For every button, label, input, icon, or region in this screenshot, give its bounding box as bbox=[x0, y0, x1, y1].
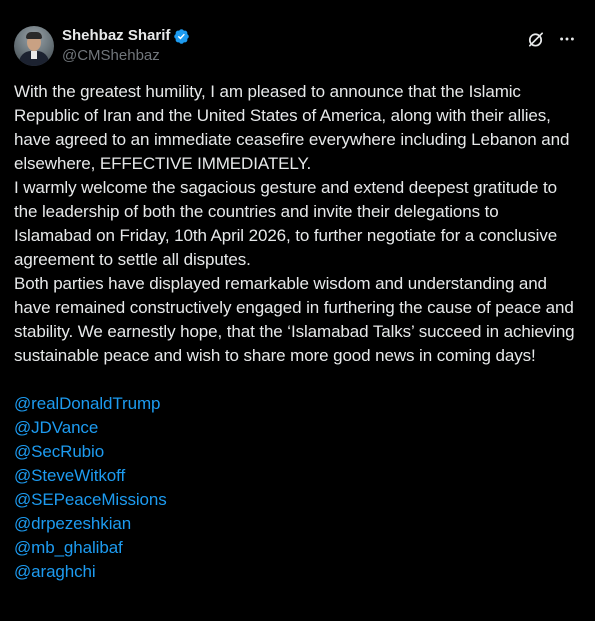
mention-link[interactable]: @realDonaldTrump bbox=[14, 392, 577, 416]
mention-link[interactable]: @SEPeaceMissions bbox=[14, 488, 577, 512]
tweet-header: Shehbaz Sharif @CMShehbaz bbox=[14, 26, 577, 70]
tweet-paragraph: With the greatest humility, I am pleased… bbox=[14, 82, 570, 173]
mention-link[interactable]: @SteveWitkoff bbox=[14, 464, 577, 488]
mention-link[interactable]: @SecRubio bbox=[14, 440, 577, 464]
avatar-collar bbox=[31, 51, 37, 59]
grok-icon[interactable] bbox=[525, 29, 545, 49]
more-dots-icon[interactable] bbox=[557, 29, 577, 49]
verified-badge-icon[interactable] bbox=[173, 28, 190, 45]
author-handle[interactable]: @CMShehbaz bbox=[62, 46, 190, 66]
mention-link[interactable]: @mb_ghalibaf bbox=[14, 536, 577, 560]
mention-link[interactable]: @JDVance bbox=[14, 416, 577, 440]
author-display-name[interactable]: Shehbaz Sharif bbox=[62, 26, 170, 46]
author-info: Shehbaz Sharif @CMShehbaz bbox=[62, 26, 190, 66]
tweet-paragraph: Both parties have displayed remarkable w… bbox=[14, 274, 575, 365]
avatar[interactable] bbox=[14, 26, 54, 66]
tweet-paragraph: I warmly welcome the sagacious gesture a… bbox=[14, 178, 558, 269]
tweet: Shehbaz Sharif @CMShehbaz With the great… bbox=[0, 0, 595, 621]
name-row: Shehbaz Sharif bbox=[62, 26, 190, 46]
mention-link[interactable]: @drpezeshkian bbox=[14, 512, 577, 536]
header-actions bbox=[525, 29, 577, 49]
tweet-text: With the greatest humility, I am pleased… bbox=[14, 80, 577, 584]
mention-link[interactable]: @araghchi bbox=[14, 560, 577, 584]
avatar-hair bbox=[26, 32, 42, 39]
